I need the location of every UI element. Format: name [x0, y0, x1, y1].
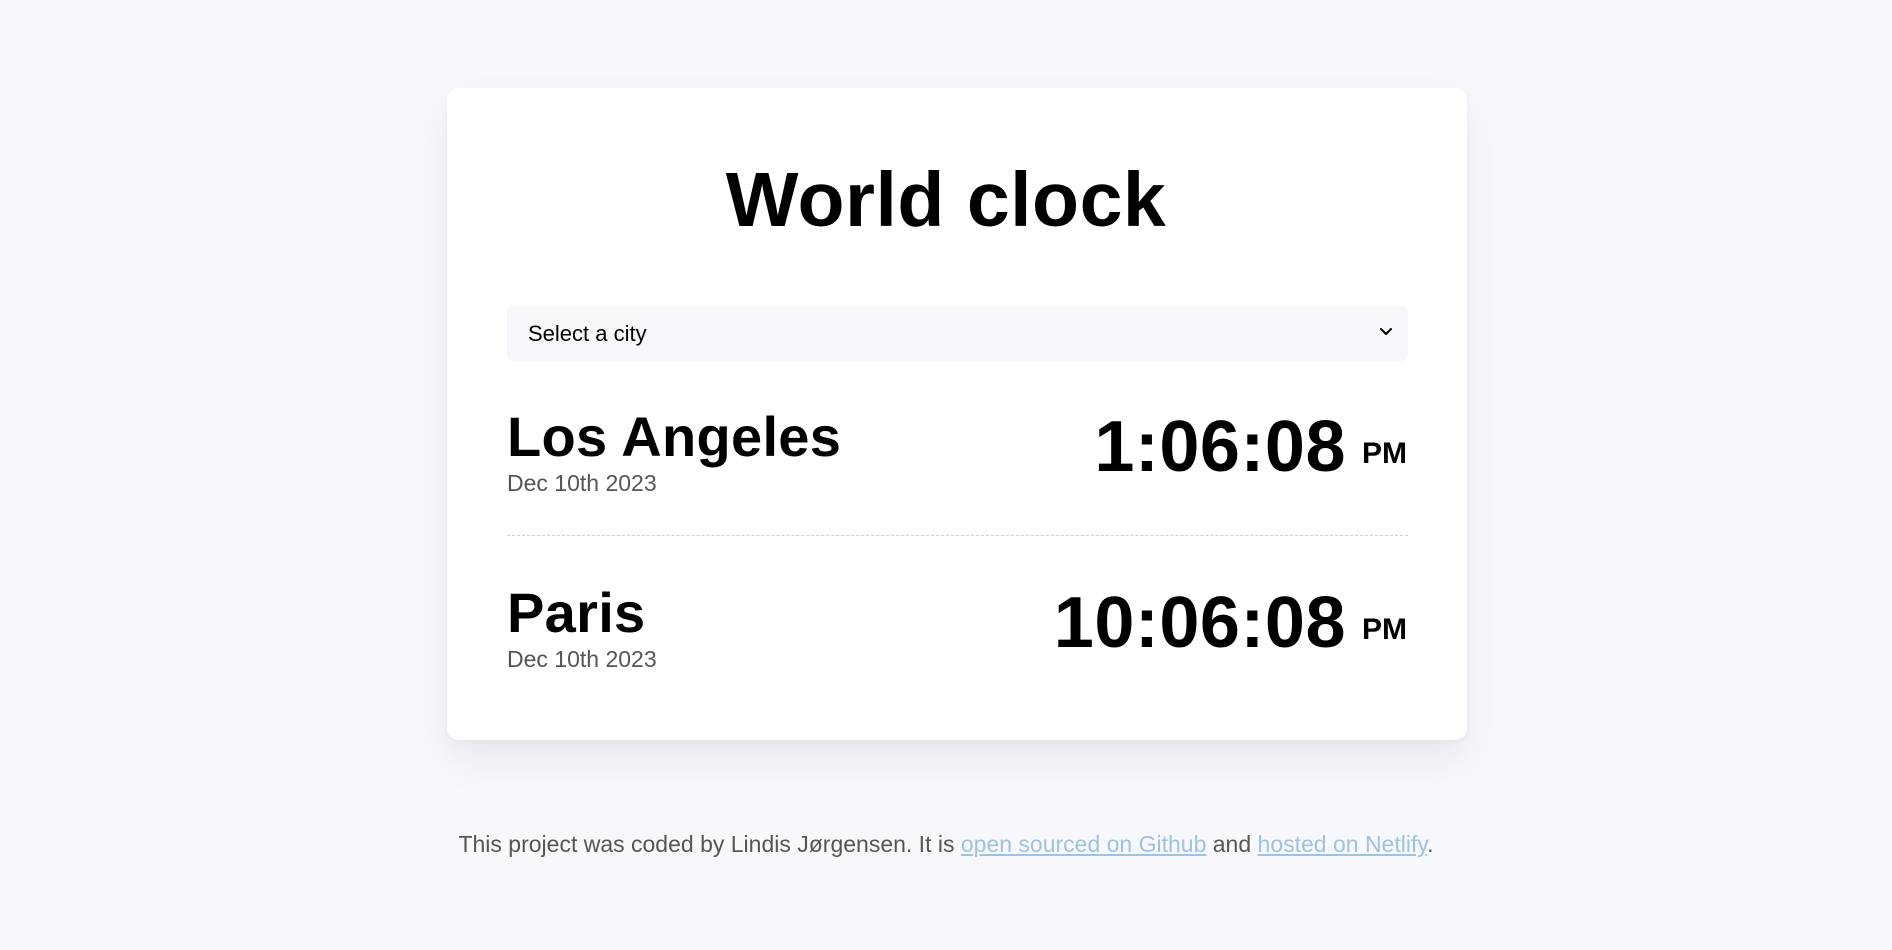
footer: This project was coded by Lindis Jørgens… [0, 831, 1892, 858]
city-name-los-angeles: Los Angeles [507, 405, 842, 468]
chevron-down-icon [1380, 328, 1392, 335]
footer-text-after: . [1427, 831, 1434, 857]
city-date-los-angeles: Dec 10th 2023 [507, 470, 657, 496]
city-time-paris: 10:06:08 PM [1054, 587, 1407, 659]
city-time-los-angeles: 1:06:08 PM [1094, 411, 1407, 483]
time-digits: 10:06:08 [1053, 583, 1346, 663]
netlify-link[interactable]: hosted on Netlify [1258, 831, 1428, 857]
footer-text-before: This project was coded by Lindis Jørgens… [458, 831, 961, 857]
city-divider [507, 535, 1408, 536]
github-link[interactable]: open sourced on Github [961, 831, 1207, 857]
city-name-paris: Paris [507, 581, 646, 644]
city-date-paris: Dec 10th 2023 [507, 646, 657, 672]
footer-text-middle: and [1206, 831, 1258, 857]
time-ampm: PM [1362, 613, 1407, 646]
time-ampm: PM [1362, 437, 1407, 470]
page-title: World clock [725, 157, 1167, 243]
time-digits: 1:06:08 [1094, 407, 1346, 487]
city-select[interactable]: Select a city [507, 306, 1408, 361]
city-select-value: Select a city [528, 321, 647, 346]
